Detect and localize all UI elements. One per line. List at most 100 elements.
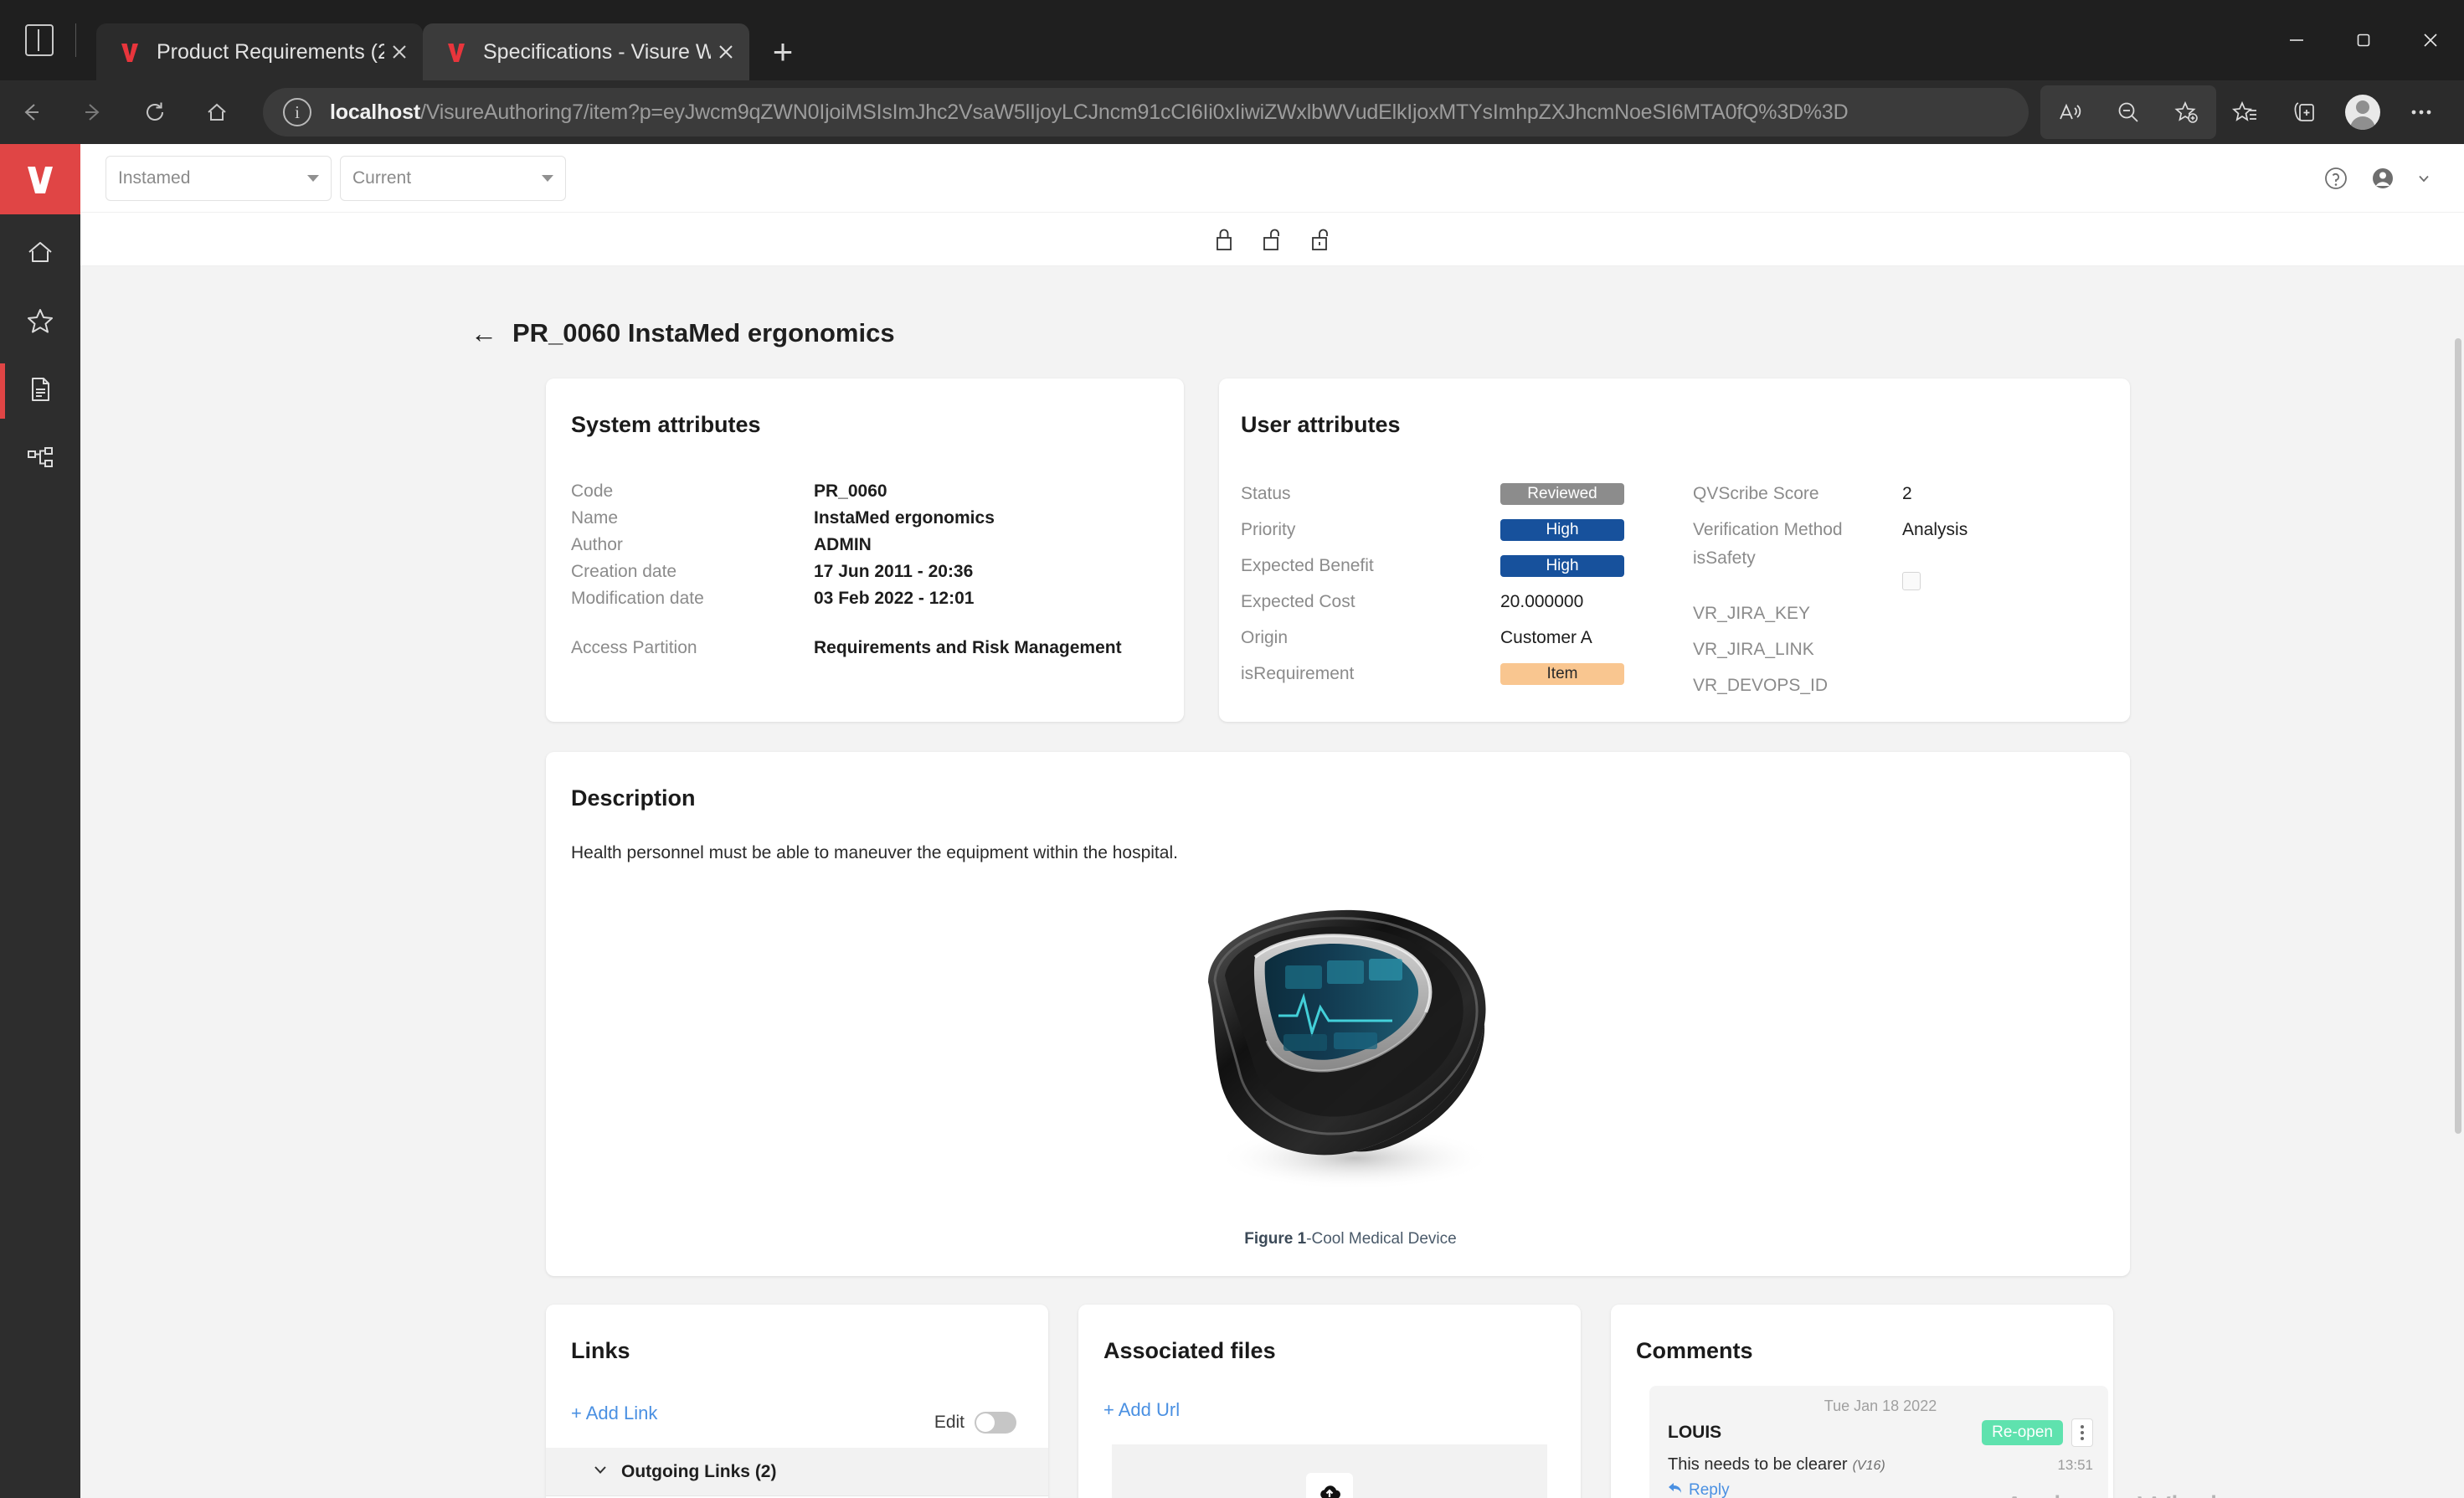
attribute-label: isSafety [1693, 548, 1902, 569]
settings-more-icon[interactable] [2392, 85, 2451, 139]
profile-icon[interactable] [2333, 85, 2392, 139]
divider [75, 23, 76, 57]
attribute-value: InstaMed ergonomics [814, 508, 995, 528]
browser-tab-2[interactable]: Specifications - Visure Web [423, 23, 749, 80]
home-icon[interactable] [186, 81, 248, 143]
attribute-value: Customer A [1500, 628, 1592, 648]
attribute-row: Code PR_0060 [571, 478, 1150, 504]
add-url-button[interactable]: + Add Url [1103, 1399, 1581, 1421]
attribute-value: 17 Jun 2011 - 20:36 [814, 562, 973, 582]
account-circle-icon[interactable] [2370, 166, 2395, 191]
description-title: Description [571, 785, 2130, 811]
close-button[interactable] [2397, 0, 2464, 80]
project-select[interactable]: Instamed [105, 156, 332, 201]
attribute-row: isSafety [1693, 548, 2078, 595]
browser-tab-1[interactable]: Product Requirements (27) - Visu [96, 23, 423, 80]
comment-body: This needs to be clearer (V16) 13:51 [1668, 1455, 2093, 1475]
minimize-button[interactable] [2263, 0, 2330, 80]
help-circle-icon[interactable] [2323, 166, 2348, 191]
comments-title: Comments [1636, 1338, 2113, 1364]
comment-version: (V16) [1853, 1459, 1885, 1474]
isrequirement-badge[interactable]: Item [1500, 663, 1624, 685]
visure-logo[interactable] [0, 144, 80, 214]
expected-benefit-badge[interactable]: High [1500, 555, 1624, 577]
user-attributes-columns: Status Reviewed Priority High Expected B… [1241, 476, 2096, 704]
comment-time: 13:51 [2057, 1457, 2093, 1474]
baseline-select[interactable]: Current [340, 156, 566, 201]
chevron-down-icon [307, 175, 319, 182]
scrollbar-thumb[interactable] [2455, 338, 2461, 1134]
hierarchy-icon [26, 444, 54, 476]
status-badge[interactable]: Reviewed [1500, 483, 1624, 505]
attribute-label: Priority [1241, 520, 1500, 540]
cool-medical-device-image [1175, 882, 1526, 1208]
associated-files-title: Associated files [1103, 1338, 1581, 1364]
chevron-down-icon[interactable] [2417, 172, 2431, 185]
attribute-row: Creation date 17 Jun 2011 - 20:36 [571, 559, 1150, 584]
sidebar-item-favorites[interactable] [0, 293, 80, 352]
read-aloud-icon[interactable] [2040, 85, 2099, 139]
document-icon [26, 375, 54, 408]
collections-icon[interactable] [2275, 85, 2333, 139]
attribute-label: Modification date [571, 589, 814, 609]
favorites-icon[interactable] [2216, 85, 2275, 139]
outgoing-links-group-header[interactable]: Outgoing Links (2) [546, 1448, 1048, 1496]
toolbar-actions [2040, 85, 2464, 139]
attribute-label: VR_JIRA_KEY [1693, 604, 1902, 624]
sidebar-item-documents[interactable] [0, 362, 80, 420]
sidebar-item-home[interactable] [0, 224, 80, 283]
lock-open-key-icon[interactable] [1309, 226, 1334, 253]
reload-icon[interactable] [124, 81, 186, 143]
site-info-icon[interactable]: i [283, 98, 311, 126]
page-content: ← PR_0060 InstaMed ergonomics System att… [80, 266, 2464, 1498]
attribute-row: Origin Customer A [1241, 620, 1693, 656]
address-bar[interactable]: i localhost/VisureAuthoring7/item?p=eyJw… [263, 88, 2029, 136]
attribute-label: VR_JIRA_LINK [1693, 640, 1902, 660]
system-attributes-list: Code PR_0060 Name InstaMed ergonomics Au… [571, 478, 1150, 661]
new-tab-button[interactable]: + [759, 28, 806, 75]
app-header: Instamed Current [80, 144, 2464, 213]
attribute-value: Analysis [1902, 520, 1968, 540]
sidebar-item-traceability[interactable] [0, 430, 80, 489]
attribute-row: Modification date 03 Feb 2022 - 12:01 [571, 585, 1150, 611]
content-scrollbar[interactable] [2452, 266, 2464, 1498]
back-arrow-icon[interactable]: ← [471, 320, 497, 347]
close-icon[interactable] [384, 37, 414, 67]
attribute-row: QVScribe Score 2 [1693, 476, 2078, 512]
access-partition-row: Access Partition Requirements and Risk M… [571, 635, 1150, 661]
attribute-label: Status [1241, 484, 1500, 504]
links-edit-toggle[interactable]: Edit [934, 1412, 1016, 1434]
attribute-value: Requirements and Risk Management [814, 638, 1122, 658]
zoom-out-icon[interactable] [2099, 85, 2158, 139]
links-title: Links [571, 1338, 1048, 1364]
tab-actions-icon[interactable] [25, 24, 54, 56]
toggle-switch[interactable] [975, 1412, 1016, 1434]
maximize-button[interactable] [2330, 0, 2397, 80]
user-attributes-left-column: Status Reviewed Priority High Expected B… [1241, 476, 1693, 704]
app-header-actions [2323, 166, 2431, 191]
comment-reply-button[interactable]: Reply [1668, 1481, 2093, 1498]
attribute-row: isRequirement Item [1241, 656, 1693, 692]
lock-open-icon[interactable] [1260, 226, 1285, 253]
attribute-label: Author [571, 535, 814, 555]
lock-closed-icon[interactable] [1211, 226, 1237, 253]
status-badge[interactable]: Re-open [1982, 1420, 2063, 1445]
forward-icon[interactable] [62, 81, 124, 143]
attribute-label: QVScribe Score [1693, 484, 1902, 504]
back-icon[interactable] [0, 81, 62, 143]
more-options-icon[interactable] [2071, 1418, 2093, 1447]
close-icon[interactable] [711, 37, 741, 67]
browser-toolbar: i localhost/VisureAuthoring7/item?p=eyJw… [0, 80, 2464, 144]
cloud-upload-icon[interactable] [1306, 1473, 1353, 1498]
priority-badge[interactable]: High [1500, 519, 1624, 541]
comment-text: This needs to be clearer [1668, 1455, 1848, 1475]
chevron-down-icon [542, 175, 553, 182]
browser-window: Product Requirements (27) - Visu Specifi… [0, 0, 2464, 1498]
issafety-checkbox[interactable] [1902, 572, 1921, 590]
attribute-row: Author ADMIN [571, 532, 1150, 558]
attribute-value: PR_0060 [814, 481, 887, 502]
file-dropzone[interactable]: Select files to upload or drop here. [1112, 1444, 1547, 1498]
home-icon [26, 238, 54, 270]
system-attributes-title: System attributes [571, 412, 1150, 438]
add-favorite-icon[interactable] [2158, 85, 2216, 139]
